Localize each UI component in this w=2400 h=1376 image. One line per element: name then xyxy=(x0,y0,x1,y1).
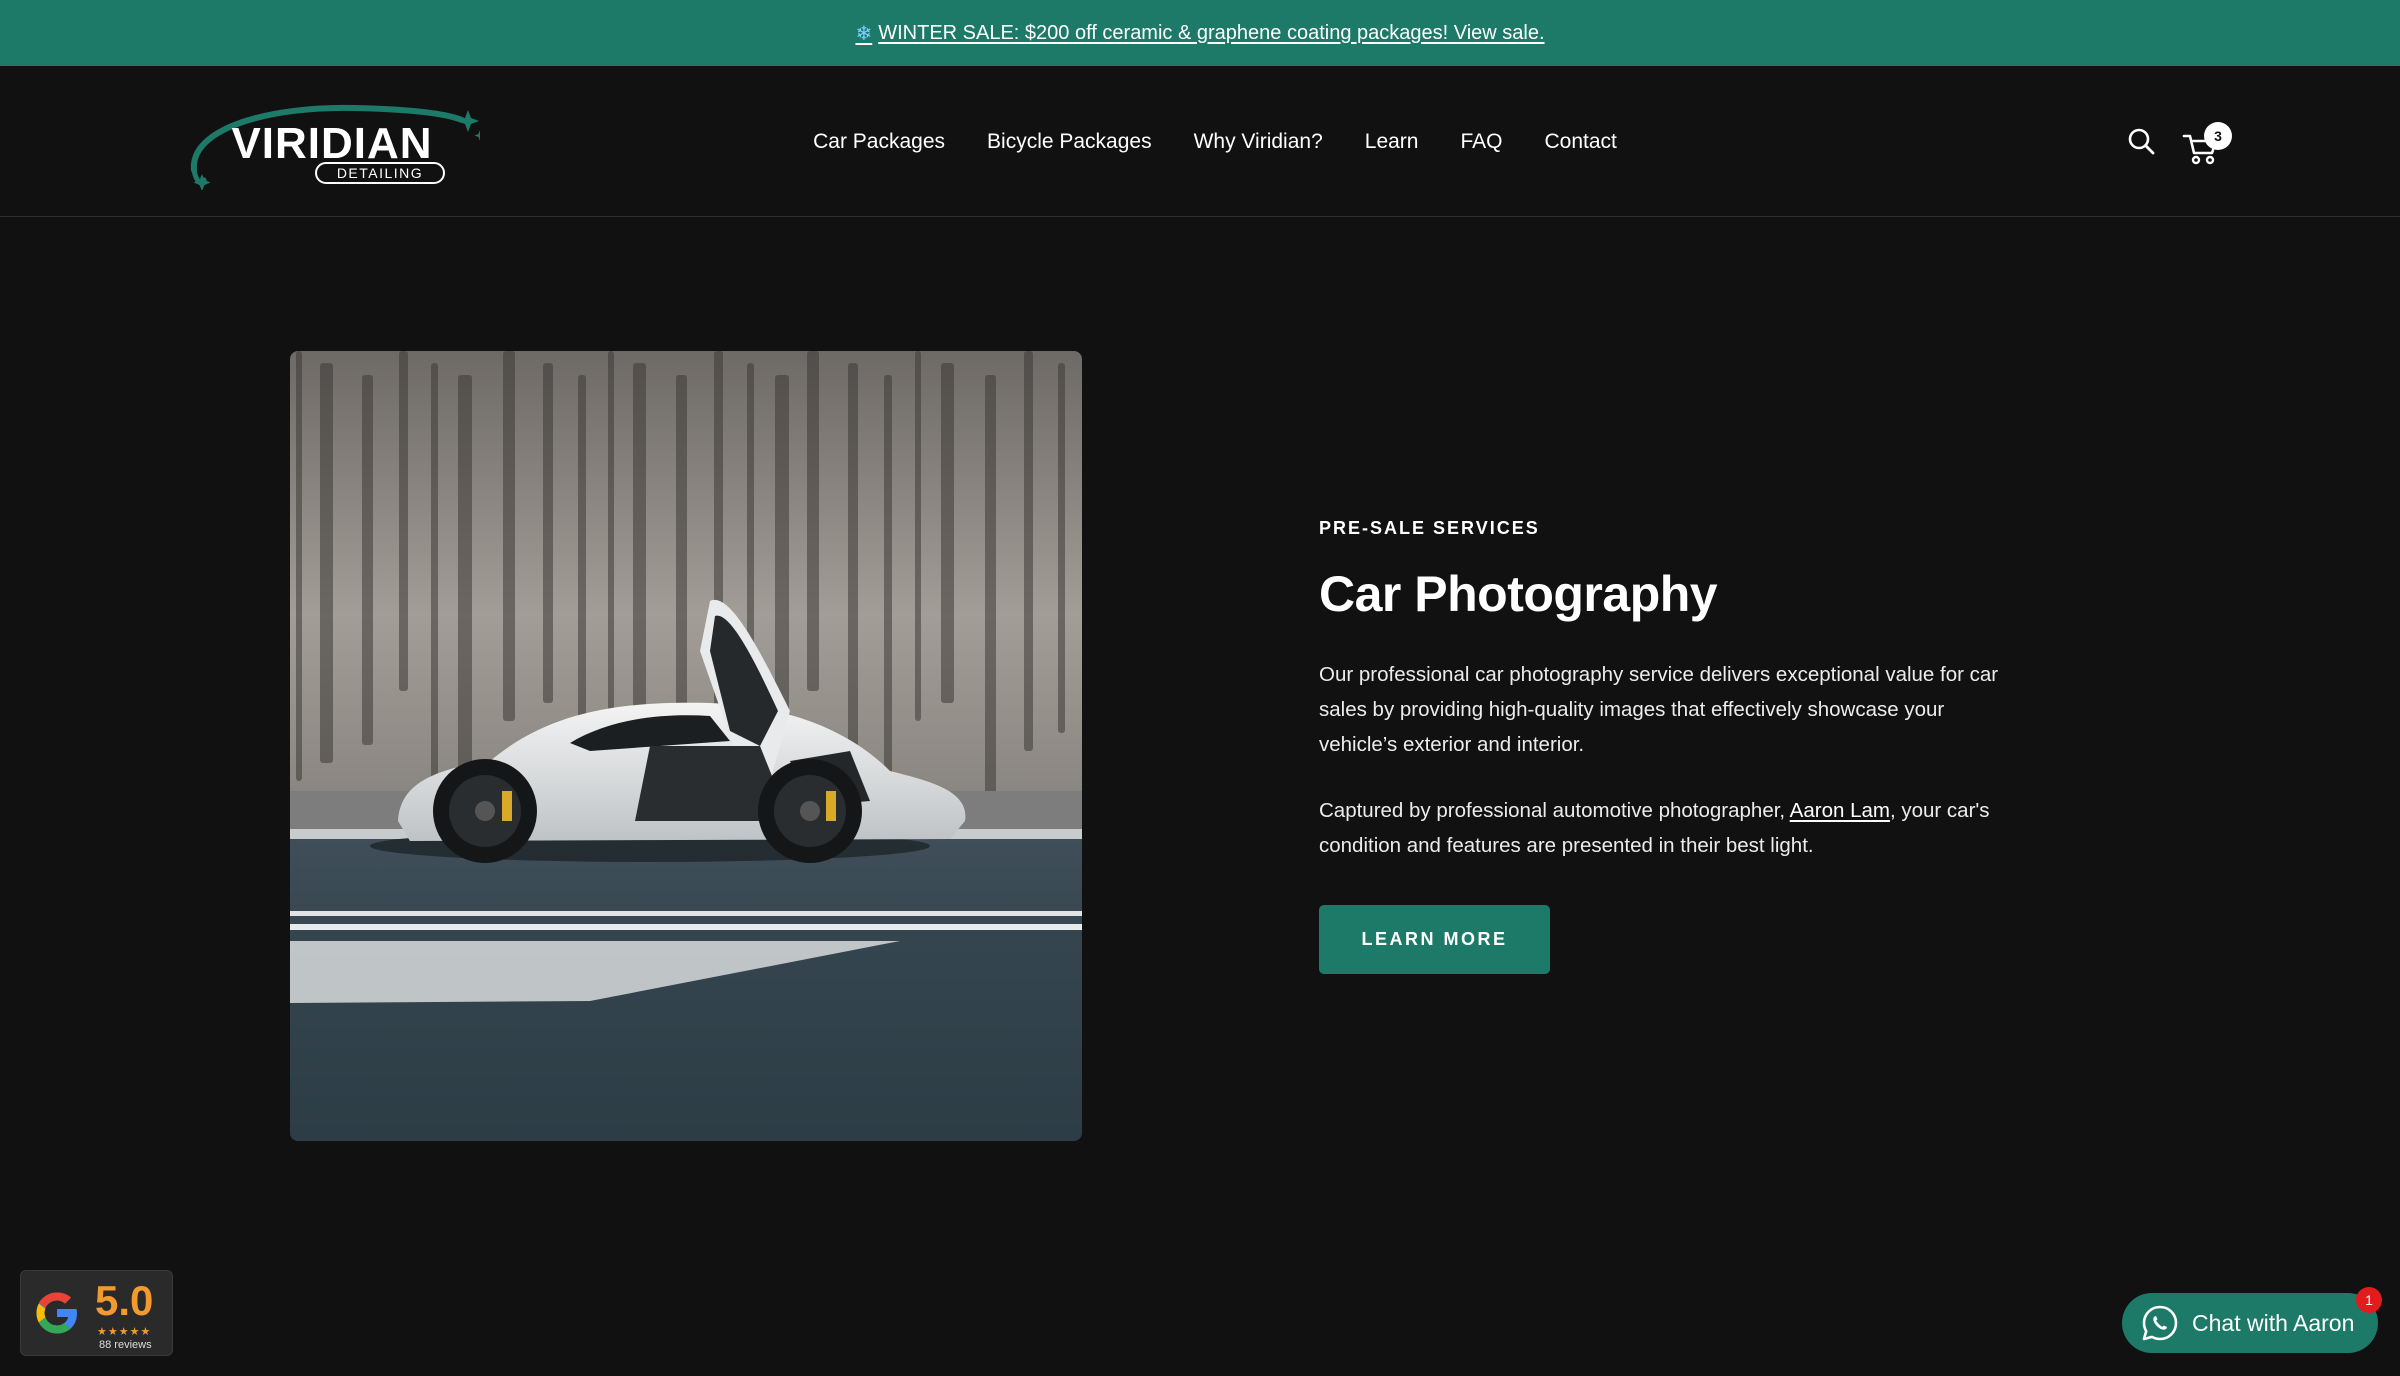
section-kicker: PRE-SALE SERVICES xyxy=(1319,518,1540,538)
nav-car-packages[interactable]: Car Packages xyxy=(813,130,945,154)
review-count: 88 reviews xyxy=(99,1339,152,1351)
main-nav: Car Packages Bicycle Packages Why Viridi… xyxy=(0,66,2400,217)
paragraph-text: Captured by professional automotive phot… xyxy=(1319,799,1790,822)
cart-button[interactable]: 3 xyxy=(2182,122,2232,166)
car-photo xyxy=(290,351,1082,1141)
site-header: VIRIDIAN DETAILING Car Packages Bicycle … xyxy=(0,66,2400,217)
snowflake-icon: ❄ xyxy=(855,22,873,45)
photographer-link[interactable]: Aaron Lam xyxy=(1790,799,1890,822)
google-reviews-badge[interactable]: 5.0 ★★★★★ 88 reviews xyxy=(20,1270,173,1356)
page-title: Car Photography xyxy=(1319,566,1718,622)
chat-with-aaron-button[interactable]: Chat with Aaron 1 xyxy=(2122,1287,2382,1353)
description-paragraph: Our professional car photography service… xyxy=(1319,663,1999,756)
nav-why-viridian[interactable]: Why Viridian? xyxy=(1194,130,1323,154)
photographer-paragraph: Captured by professional automotive phot… xyxy=(1319,793,2019,863)
cart-count-badge: 3 xyxy=(2204,122,2232,150)
nav-contact[interactable]: Contact xyxy=(1545,130,1617,154)
announcement-text: WINTER SALE: $200 off ceramic & graphene… xyxy=(878,21,1545,44)
announcement-link[interactable]: ❄ WINTER SALE: $200 off ceramic & graphe… xyxy=(855,21,1544,46)
learn-more-button[interactable]: LEARN MORE xyxy=(1319,905,1550,974)
star-rating-icon: ★★★★★ xyxy=(97,1326,152,1338)
search-icon[interactable] xyxy=(2126,126,2156,156)
rating-score: 5.0 xyxy=(95,1277,154,1324)
whatsapp-icon xyxy=(2142,1305,2178,1341)
chat-notification-badge: 1 xyxy=(2356,1287,2382,1313)
google-icon xyxy=(36,1292,77,1334)
chat-label: Chat with Aaron xyxy=(2192,1309,2355,1336)
nav-learn[interactable]: Learn xyxy=(1365,130,1419,154)
nav-bicycle-packages[interactable]: Bicycle Packages xyxy=(987,130,1152,154)
nav-faq[interactable]: FAQ xyxy=(1460,130,1502,154)
announcement-bar: ❄ WINTER SALE: $200 off ceramic & graphe… xyxy=(0,0,2400,66)
